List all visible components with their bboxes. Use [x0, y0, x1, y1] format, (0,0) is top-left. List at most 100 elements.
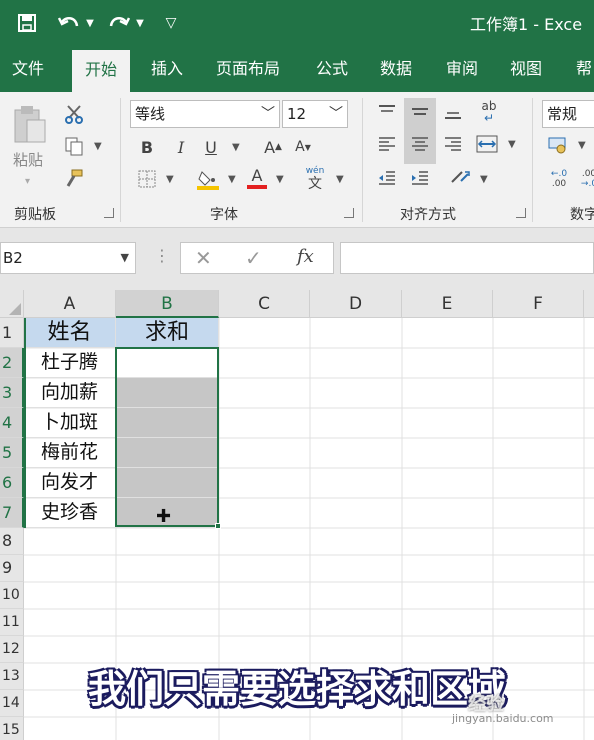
- paste-dropdown-icon[interactable]: ▾: [25, 176, 30, 187]
- cell-a6[interactable]: 向发才: [24, 468, 116, 498]
- row-header-7[interactable]: 7: [0, 498, 24, 528]
- paste-button-label[interactable]: 粘贴: [8, 148, 48, 170]
- fill-color-dropdown-icon[interactable]: ▼: [228, 174, 236, 185]
- cell-a7[interactable]: 史珍香: [24, 498, 116, 528]
- cell-b6[interactable]: [116, 468, 219, 498]
- tab-formulas[interactable]: 公式: [316, 46, 348, 92]
- copy-icon[interactable]: [62, 134, 86, 158]
- merge-center-icon[interactable]: [474, 132, 500, 156]
- ribbon-tabs: 文件 开始 插入 页面布局 公式 数据 审阅 视图 帮: [0, 46, 594, 92]
- cut-icon[interactable]: [62, 102, 86, 126]
- grow-font-button[interactable]: A ▲: [262, 134, 284, 160]
- row-header-5[interactable]: 5: [0, 438, 24, 468]
- tab-view[interactable]: 视图: [510, 46, 542, 92]
- phonetic-guide-button[interactable]: wén 文: [302, 164, 328, 194]
- row-header-3[interactable]: 3: [0, 378, 24, 408]
- merge-dropdown-icon[interactable]: ▼: [508, 139, 516, 150]
- tab-file[interactable]: 文件: [12, 46, 44, 92]
- tab-review[interactable]: 审阅: [446, 46, 478, 92]
- align-right-icon[interactable]: [440, 132, 466, 156]
- font-color-dropdown-icon[interactable]: ▼: [276, 174, 284, 185]
- bold-button[interactable]: B: [136, 134, 158, 160]
- font-size-select[interactable]: 12 ﹀: [282, 100, 348, 128]
- format-painter-icon[interactable]: [62, 166, 86, 190]
- borders-icon[interactable]: [136, 166, 158, 192]
- cell-b4[interactable]: [116, 408, 219, 438]
- shrink-font-button[interactable]: A ▼: [292, 134, 314, 160]
- increase-decimal-icon[interactable]: ←.0.00: [546, 164, 572, 194]
- formula-input[interactable]: [340, 242, 594, 274]
- column-header-a[interactable]: A: [24, 290, 116, 318]
- customize-toolbar-icon[interactable]: ▽: [162, 8, 180, 38]
- decrease-decimal-icon[interactable]: .00→.0: [576, 164, 594, 194]
- wrap-text-button[interactable]: ab ↵: [474, 98, 504, 126]
- resize-handle-icon[interactable]: ⋮: [154, 246, 170, 265]
- row-header-8[interactable]: 8: [0, 528, 24, 555]
- clipboard-launcher-icon[interactable]: [104, 208, 114, 218]
- orientation-dropdown-icon[interactable]: ▼: [480, 174, 488, 185]
- font-color-button[interactable]: A: [246, 164, 268, 192]
- redo-icon[interactable]: [106, 8, 132, 38]
- enter-icon[interactable]: ✓: [245, 246, 262, 270]
- paste-icon[interactable]: [8, 102, 52, 146]
- fill-color-icon[interactable]: [196, 166, 220, 192]
- phonetic-dropdown-icon[interactable]: ▼: [336, 174, 344, 185]
- tab-help[interactable]: 帮: [576, 46, 592, 92]
- italic-button[interactable]: I: [170, 134, 192, 160]
- tab-page-layout[interactable]: 页面布局: [216, 46, 280, 92]
- cell-a4[interactable]: 卜加斑: [24, 408, 116, 438]
- row-header-1[interactable]: 1: [0, 318, 24, 348]
- increase-indent-icon[interactable]: [406, 166, 434, 190]
- row-header-10[interactable]: 10: [0, 582, 24, 609]
- column-header-f[interactable]: F: [493, 290, 584, 318]
- column-header-d[interactable]: D: [310, 290, 402, 318]
- tab-insert[interactable]: 插入: [151, 46, 183, 92]
- cell-a1[interactable]: 姓名: [24, 318, 116, 348]
- row-header-11[interactable]: 11: [0, 609, 24, 636]
- select-all-button[interactable]: [0, 290, 24, 318]
- row-header-2[interactable]: 2: [0, 348, 24, 378]
- alignment-launcher-icon[interactable]: [516, 208, 526, 218]
- copy-dropdown-icon[interactable]: ▼: [94, 141, 102, 152]
- cancel-icon[interactable]: ✕: [195, 246, 212, 270]
- cell-a2[interactable]: 杜子腾: [24, 348, 116, 378]
- name-box[interactable]: B2 ▼: [0, 242, 136, 274]
- column-header-b[interactable]: B: [116, 290, 219, 318]
- decrease-indent-icon[interactable]: [374, 166, 400, 190]
- row-header-4[interactable]: 4: [0, 408, 24, 438]
- cell-b1[interactable]: 求和: [116, 318, 219, 348]
- borders-dropdown-icon[interactable]: ▼: [166, 174, 174, 185]
- tab-home[interactable]: 开始: [72, 50, 131, 92]
- row-header-9[interactable]: 9: [0, 555, 24, 582]
- number-format-select[interactable]: 常规: [542, 100, 594, 128]
- cell-b3[interactable]: [116, 378, 219, 408]
- column-header-e[interactable]: E: [402, 290, 493, 318]
- accounting-dropdown-icon[interactable]: ▼: [578, 140, 586, 151]
- undo-icon[interactable]: [56, 8, 82, 38]
- font-name-select[interactable]: 等线 ﹀: [130, 100, 280, 128]
- align-left-icon[interactable]: [374, 132, 400, 156]
- cell-a3[interactable]: 向加薪: [24, 378, 116, 408]
- undo-dropdown-icon[interactable]: ▼: [84, 8, 96, 38]
- cell-b2[interactable]: [116, 348, 219, 378]
- column-header-c[interactable]: C: [219, 290, 310, 318]
- underline-dropdown-icon[interactable]: ▼: [232, 142, 240, 153]
- middle-align-icon[interactable]: [406, 100, 434, 124]
- row-header-6[interactable]: 6: [0, 468, 24, 498]
- underline-button[interactable]: U: [200, 134, 222, 160]
- top-align-icon[interactable]: [374, 100, 400, 124]
- accounting-format-icon[interactable]: [546, 132, 572, 158]
- redo-dropdown-icon[interactable]: ▼: [134, 8, 146, 38]
- bottom-align-icon[interactable]: [440, 100, 466, 124]
- insert-function-button[interactable]: fx: [297, 246, 314, 267]
- cell-a5[interactable]: 梅前花: [24, 438, 116, 468]
- font-launcher-icon[interactable]: [344, 208, 354, 218]
- cell-b5[interactable]: [116, 438, 219, 468]
- row-header-15[interactable]: 15: [0, 717, 24, 740]
- orientation-icon[interactable]: [446, 164, 474, 190]
- save-icon[interactable]: [14, 8, 40, 38]
- ribbon: 粘贴 ▾ ▼ 剪贴板 等线 ﹀ 12 ﹀ B I U ▼ A ▲ A ▼ ▼ ▼ A…: [0, 92, 594, 228]
- align-center-icon[interactable]: [406, 132, 434, 156]
- column-header-g[interactable]: [584, 290, 594, 318]
- tab-data[interactable]: 数据: [380, 46, 412, 92]
